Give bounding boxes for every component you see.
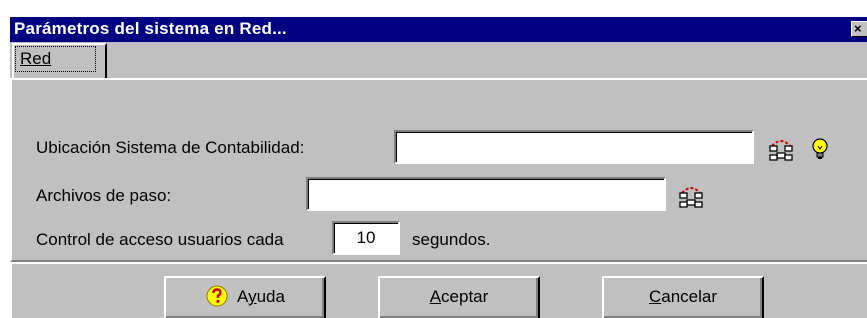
tab-red-text: Red <box>20 49 52 68</box>
control-label: Control de acceso usuarios cada <box>36 230 284 249</box>
button-bar: Ayuda Aceptar Cancelar <box>10 262 867 318</box>
archivos-field[interactable] <box>306 177 666 211</box>
control-suffix-label: segundos. <box>412 230 491 249</box>
archivos-input[interactable] <box>308 179 664 209</box>
tab-red-label: Red <box>15 46 96 72</box>
cancel-button[interactable]: Cancelar <box>602 276 764 318</box>
archivos-label: Archivos de paso: <box>36 186 172 205</box>
help-button-label: Ayuda <box>237 287 285 306</box>
dialog-window: Parámetros del sistema en Red... × Red U… <box>10 17 867 318</box>
close-button[interactable]: × <box>851 21 867 37</box>
control-seconds-field[interactable] <box>332 221 400 255</box>
ubicacion-field[interactable] <box>394 130 754 164</box>
accept-button[interactable]: Aceptar <box>378 276 540 318</box>
ubicacion-label: Ubicación Sistema de Contabilidad: <box>36 138 305 157</box>
network-browse-icon[interactable] <box>677 181 705 209</box>
cancel-button-label: Cancelar <box>648 287 718 306</box>
help-icon <box>206 285 228 307</box>
tab-strip: Red <box>10 42 867 79</box>
title-bar[interactable]: Parámetros del sistema en Red... × <box>10 17 867 42</box>
window-title: Parámetros del sistema en Red... <box>14 19 287 38</box>
help-button[interactable]: Ayuda <box>164 276 326 318</box>
network-browse-icon[interactable] <box>767 134 795 162</box>
control-seconds-input[interactable] <box>334 223 398 253</box>
ubicacion-input[interactable] <box>396 132 752 162</box>
tab-red[interactable]: Red <box>12 43 107 78</box>
lightbulb-icon[interactable] <box>806 135 834 163</box>
accept-button-label: Aceptar <box>429 287 489 306</box>
tab-panel: Ubicación Sistema de Contabilidad: Archi… <box>10 78 867 262</box>
